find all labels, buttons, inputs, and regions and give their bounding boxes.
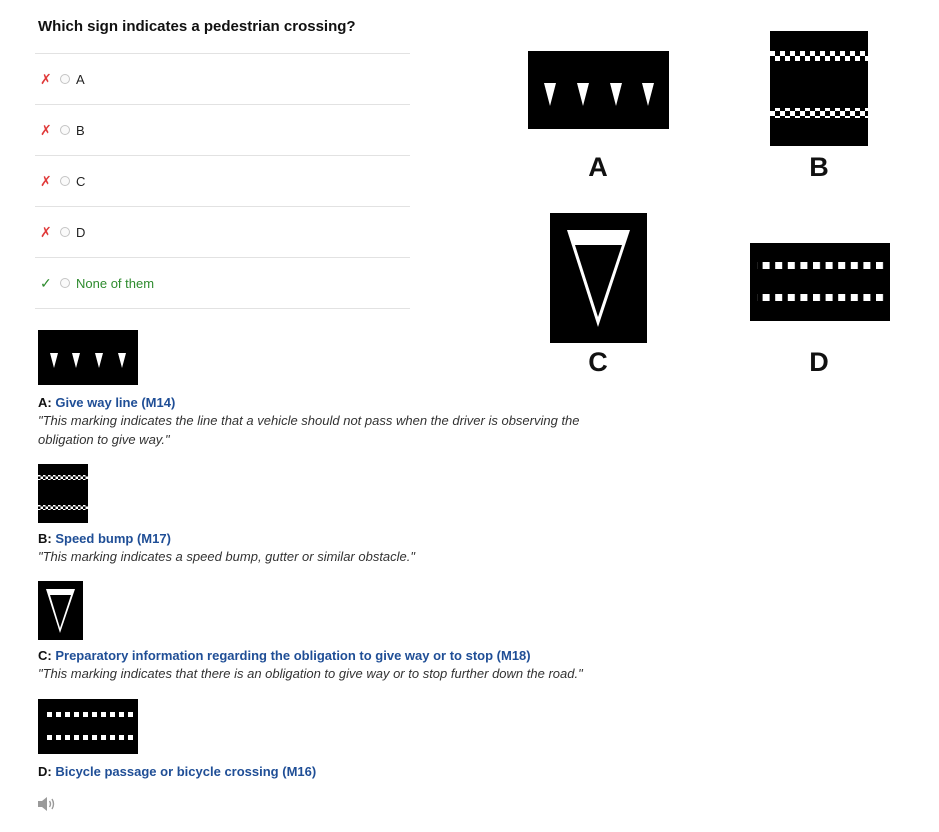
question-title: Which sign indicates a pedestrian crossi… [38, 18, 356, 35]
option-none[interactable]: ✓ None of them [35, 258, 410, 309]
sign-c-image [550, 213, 647, 343]
explanation-c-thumbnail [38, 581, 83, 640]
explanation-a-quote: "This marking indicates the line that a … [38, 413, 580, 447]
explanation-letter: D: [38, 764, 52, 779]
explanation-b-quote: "This marking indicates a speed bump, gu… [38, 549, 416, 564]
radio-button[interactable] [60, 278, 70, 288]
wrong-mark-icon: ✗ [40, 172, 52, 189]
sign-d-image [750, 243, 890, 321]
wrong-mark-icon: ✗ [40, 223, 52, 240]
option-a[interactable]: ✗ A [35, 54, 410, 105]
speaker-icon[interactable] [37, 796, 57, 817]
speed-bump-marking-icon [38, 475, 88, 510]
explanation-d-link[interactable]: Bicycle passage or bicycle crossing (M16… [55, 764, 316, 779]
wrong-mark-icon: ✗ [40, 70, 52, 87]
explanation-d: D: Bicycle passage or bicycle crossing (… [38, 764, 638, 779]
speaker-icon-graphic [38, 797, 55, 811]
option-label: None of them [76, 275, 155, 291]
explanation-c-link[interactable]: Preparatory information regarding the ob… [55, 648, 530, 663]
option-d[interactable]: ✗ D [35, 207, 410, 258]
radio-button[interactable] [60, 227, 70, 237]
option-c[interactable]: ✗ C [35, 156, 410, 207]
explanation-a-thumbnail [38, 330, 138, 385]
give-way-triangles-icon [544, 83, 654, 106]
explanation-b: B: Speed bump (M17) "This marking indica… [38, 531, 638, 566]
give-way-triangles-icon [50, 353, 126, 368]
speed-bump-marking-icon [770, 51, 868, 118]
inverted-triangle-icon [46, 589, 75, 633]
bicycle-crossing-marking-icon [757, 262, 885, 301]
option-label: D [76, 224, 86, 240]
explanation-a-link[interactable]: Give way line (M14) [55, 395, 175, 410]
radio-button[interactable] [60, 176, 70, 186]
sign-b-letter: B [809, 152, 829, 182]
sign-a-letter: A [588, 152, 608, 182]
sign-d-letter: D [809, 347, 829, 377]
explanation-letter: B: [38, 531, 52, 546]
explanation-b-link[interactable]: Speed bump (M17) [55, 531, 171, 546]
explanation-letter: C: [38, 648, 52, 663]
explanation-b-thumbnail [38, 464, 88, 523]
explanation-c: C: Preparatory information regarding the… [38, 648, 638, 683]
correct-mark-icon: ✓ [40, 274, 52, 291]
bicycle-crossing-marking-icon [43, 712, 135, 740]
option-label: C [76, 173, 86, 189]
sign-a-image [528, 51, 669, 129]
sign-c-letter: C [588, 347, 608, 377]
explanation-d-thumbnail [38, 699, 138, 754]
sign-b-image [770, 31, 868, 146]
explanation-c-quote: "This marking indicates that there is an… [38, 666, 583, 681]
explanation-letter: A: [38, 395, 52, 410]
wrong-mark-icon: ✗ [40, 121, 52, 138]
option-label: B [76, 122, 85, 138]
explanation-a: A: Give way line (M14) "This marking ind… [38, 395, 638, 449]
option-b[interactable]: ✗ B [35, 105, 410, 156]
answer-options: ✗ A ✗ B ✗ C ✗ D ✓ None of them [35, 53, 410, 309]
inverted-triangle-icon [567, 230, 630, 327]
radio-button[interactable] [60, 74, 70, 84]
radio-button[interactable] [60, 125, 70, 135]
option-label: A [76, 71, 85, 87]
